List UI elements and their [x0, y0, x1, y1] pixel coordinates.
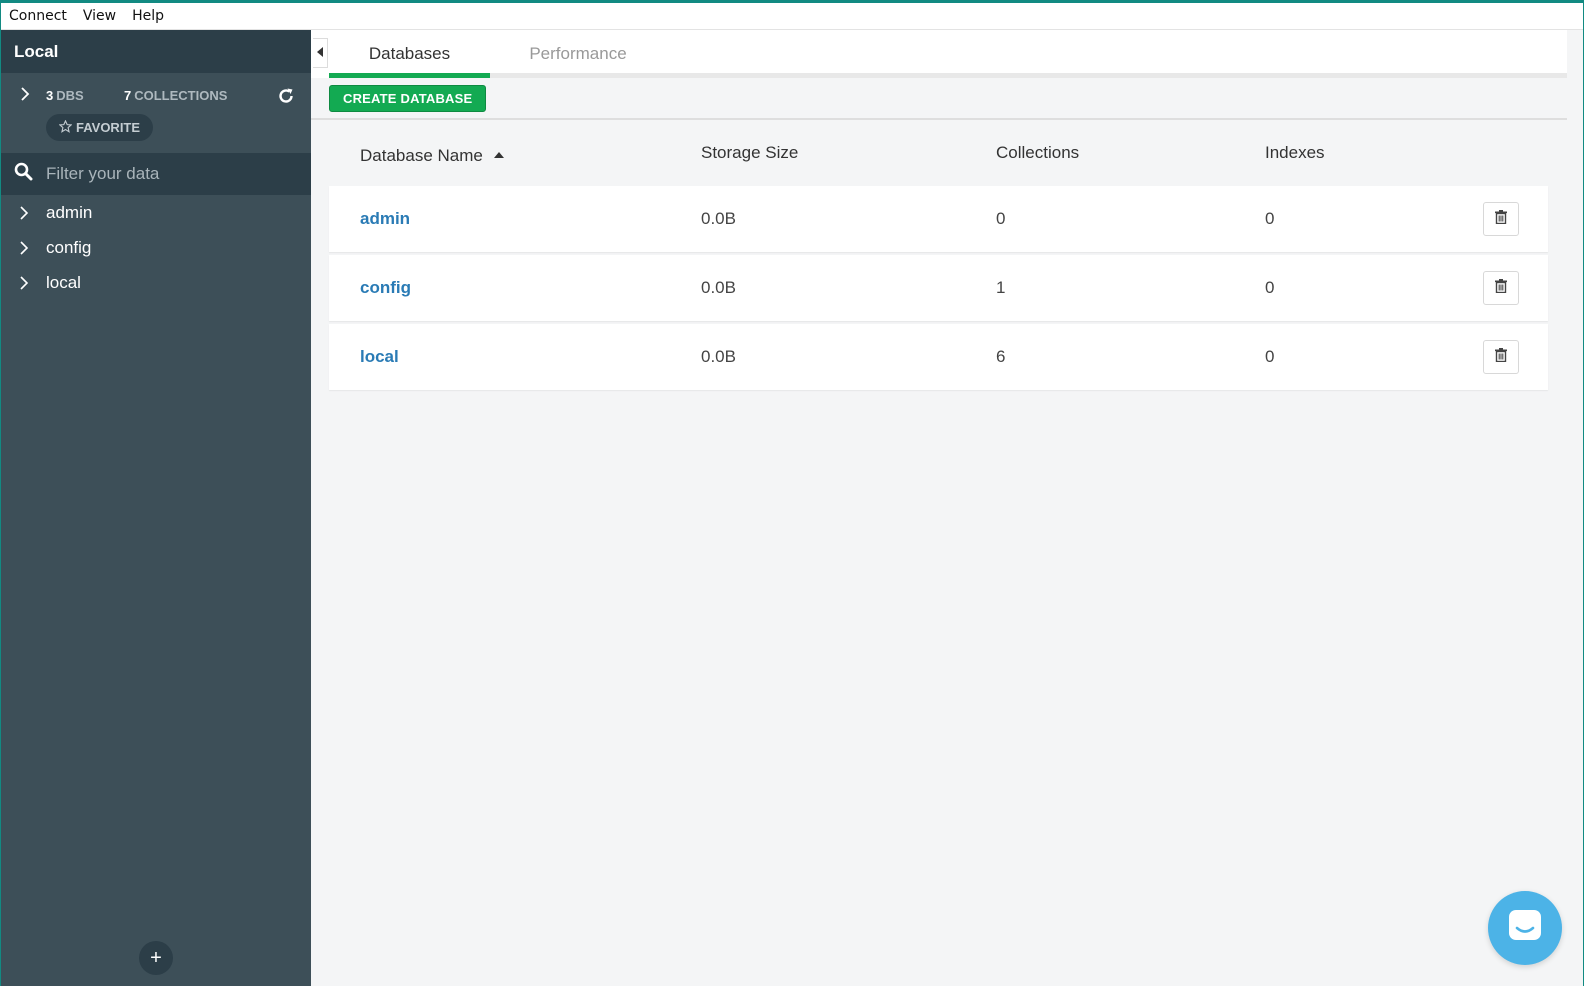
delete-database-button[interactable] — [1483, 271, 1519, 305]
menu-connect[interactable]: Connect — [1, 3, 75, 30]
create-database-button[interactable]: CREATE DATABASE — [329, 85, 487, 112]
table-header: Database Name Storage Size Collections I… — [329, 136, 1548, 170]
sidebar-item-admin[interactable]: admin — [1, 195, 311, 230]
column-header-indexes[interactable]: Indexes — [1265, 136, 1325, 170]
storage-size-cell: 0.0B — [701, 278, 736, 297]
chat-button[interactable] — [1488, 891, 1562, 965]
sidebar-item-label: config — [46, 237, 92, 257]
sidebar-item-local[interactable]: local — [1, 265, 311, 300]
filter-input[interactable] — [46, 164, 286, 184]
chat-icon — [1507, 908, 1543, 949]
sidebar: Local 3 DBS 7 COLLECTIONS FAVORITE Filte… — [1, 30, 311, 986]
chevron-right-icon[interactable] — [19, 240, 46, 256]
collapse-sidebar-button[interactable] — [313, 38, 328, 68]
dbs-label: DBS — [56, 88, 84, 103]
collapse-left-icon — [317, 44, 323, 62]
column-header-name[interactable]: Database Name — [360, 136, 504, 173]
database-name-link[interactable]: local — [360, 324, 399, 390]
chevron-right-icon[interactable] — [19, 275, 46, 291]
menu-help[interactable]: Help — [124, 3, 172, 30]
collections-label: COLLECTIONS — [134, 88, 228, 103]
collections-stat: 7 COLLECTIONS — [124, 88, 227, 103]
connection-title: Local — [14, 41, 59, 61]
main-panel: Databases Performance CREATE DATABASE Da… — [311, 30, 1583, 986]
database-list: admin config local — [1, 195, 311, 300]
favorite-button[interactable]: FAVORITE — [46, 114, 154, 141]
plus-icon: + — [150, 947, 162, 969]
column-header-collections[interactable]: Collections — [996, 136, 1079, 170]
column-header-name-label: Database Name — [360, 146, 483, 165]
trash-icon — [1495, 347, 1507, 367]
refresh-icon[interactable] — [277, 87, 295, 105]
star-icon — [58, 119, 73, 136]
menu-view[interactable]: View — [75, 3, 124, 30]
favorite-label: FAVORITE — [76, 120, 141, 135]
delete-database-button[interactable] — [1483, 340, 1519, 374]
collections-cell: 0 — [996, 209, 1006, 228]
tab-databases[interactable]: Databases — [329, 30, 490, 78]
chevron-right-icon[interactable] — [19, 86, 31, 102]
instance-stats: 3 DBS 7 COLLECTIONS FAVORITE — [1, 73, 311, 153]
tab-bar: Databases Performance — [311, 30, 1567, 78]
table-row: admin 0.0B 0 0 — [329, 186, 1548, 252]
collections-cell: 1 — [996, 278, 1006, 297]
storage-size-cell: 0.0B — [701, 347, 736, 366]
indexes-cell: 0 — [1265, 347, 1275, 366]
database-name-link[interactable]: config — [360, 255, 411, 321]
sidebar-item-label: local — [46, 272, 81, 292]
add-database-button[interactable]: + — [139, 941, 173, 975]
trash-icon — [1495, 209, 1507, 229]
search-icon — [14, 162, 46, 186]
table-row: local 0.0B 6 0 — [329, 324, 1548, 390]
app-window: Connect View Help Local 3 DBS 7 COLLECTION… — [0, 0, 1584, 986]
collections-cell: 6 — [996, 347, 1006, 366]
dbs-count: 3 — [46, 88, 54, 103]
toolbar: CREATE DATABASE — [311, 78, 1567, 120]
database-name-link[interactable]: admin — [360, 186, 410, 252]
collections-count: 7 — [124, 88, 132, 103]
trash-icon — [1495, 278, 1507, 298]
menu-bar: Connect View Help — [1, 3, 1583, 30]
chevron-right-icon[interactable] — [19, 205, 46, 221]
filter-bar — [1, 153, 311, 195]
column-header-storage[interactable]: Storage Size — [701, 136, 798, 170]
indexes-cell: 0 — [1265, 209, 1275, 228]
tab-performance[interactable]: Performance — [490, 30, 666, 78]
delete-database-button[interactable] — [1483, 202, 1519, 236]
database-table: admin 0.0B 0 0 config 0.0B 1 0 local 0.0… — [329, 186, 1548, 393]
sort-asc-icon — [493, 136, 504, 170]
sidebar-header: Local — [1, 30, 311, 73]
table-row: config 0.0B 1 0 — [329, 255, 1548, 321]
sidebar-item-config[interactable]: config — [1, 230, 311, 265]
sidebar-item-label: admin — [46, 202, 93, 222]
dbs-stat: 3 DBS — [46, 88, 84, 103]
storage-size-cell: 0.0B — [701, 209, 736, 228]
indexes-cell: 0 — [1265, 278, 1275, 297]
